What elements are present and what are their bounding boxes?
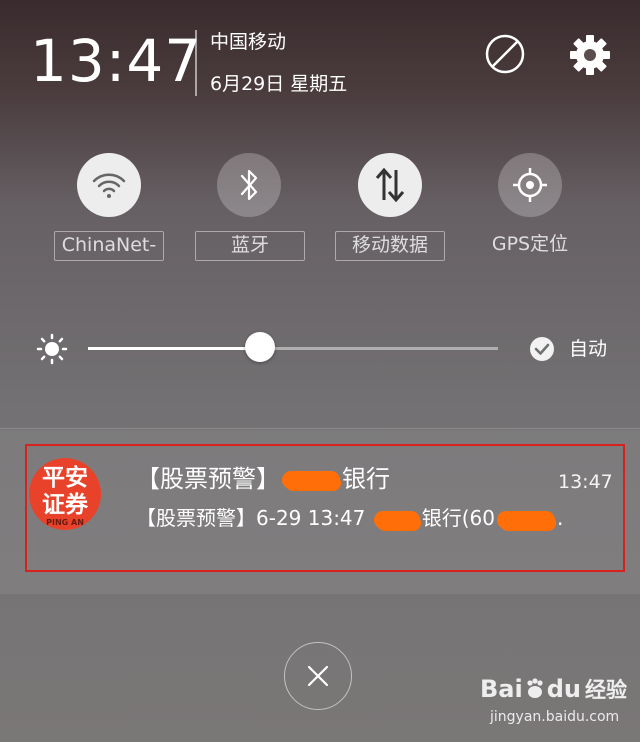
watermark-logo: Bai du 经验 — [480, 674, 627, 705]
toggle-label-bluetooth: 蓝牙 — [195, 231, 305, 261]
brightness-fill — [88, 347, 261, 350]
brightness-slider-thumb[interactable] — [245, 332, 276, 362]
watermark-brand-latin2: du — [546, 675, 581, 703]
bluetooth-icon — [240, 169, 258, 201]
wifi-icon — [92, 173, 126, 198]
brightness-icon — [36, 333, 68, 365]
header-divider — [195, 30, 197, 96]
gear-icon[interactable] — [568, 33, 612, 77]
highlight-frame — [25, 444, 625, 572]
mobile-data-icon — [375, 167, 405, 203]
panel-divider — [0, 428, 640, 429]
auto-brightness-label: 自动 — [569, 338, 608, 360]
toggle-wifi[interactable] — [77, 153, 141, 217]
toggle-gps[interactable] — [498, 153, 562, 217]
watermark-url: jingyan.baidu.com — [490, 709, 620, 725]
paw-icon — [527, 678, 543, 698]
date-label: 6月29日 星期五 — [210, 73, 348, 95]
do-not-disturb-icon[interactable] — [484, 33, 526, 75]
auto-brightness-checkbox[interactable] — [529, 336, 555, 362]
toggle-label-mobile-data: 移动数据 — [335, 231, 445, 261]
toggle-label-gps: GPS定位 — [491, 233, 569, 255]
toggle-label-wifi: ChinaNet- — [54, 231, 164, 261]
carrier-name: 中国移动 — [210, 31, 287, 53]
dismiss-all-button[interactable] — [284, 642, 352, 710]
watermark-brand-latin: Bai — [480, 675, 523, 703]
close-icon — [307, 665, 329, 687]
toggle-mobile-data[interactable] — [358, 153, 422, 217]
watermark-brand-cn: 经验 — [584, 678, 627, 702]
toggle-bluetooth[interactable] — [217, 153, 281, 217]
gps-icon — [513, 168, 547, 202]
clock: 13:47 — [30, 27, 203, 95]
